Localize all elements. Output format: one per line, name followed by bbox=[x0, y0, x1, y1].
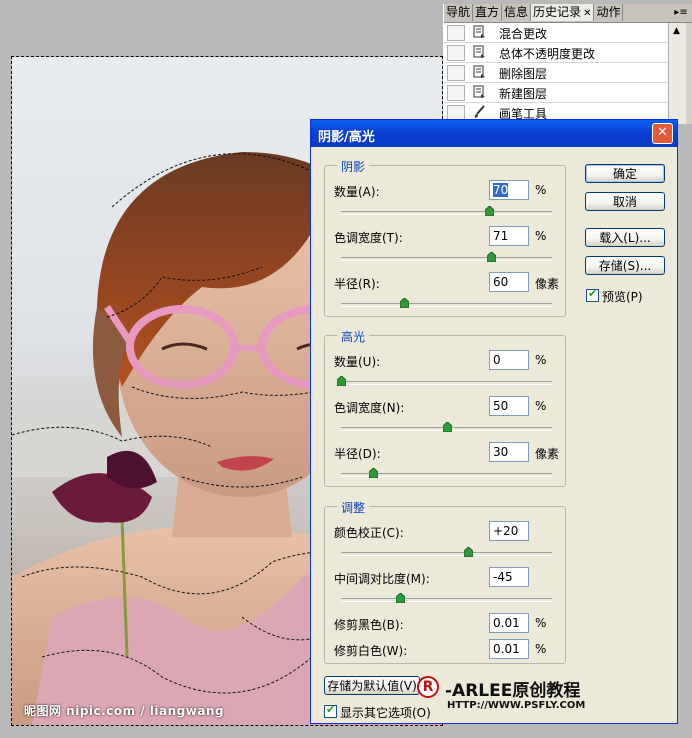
tab-history[interactable]: 历史记录 ✕ bbox=[531, 4, 595, 21]
snapshot-checkbox[interactable] bbox=[447, 85, 465, 101]
highlight-amount-track bbox=[341, 381, 552, 385]
history-list: 混合更改 总体不透明度更改 删除图层 新建图层 画笔工具 bbox=[444, 23, 668, 124]
load-button[interactable]: 载入(L)... bbox=[585, 228, 665, 247]
highlight-tonal-label: 色调宽度(N): bbox=[334, 401, 405, 415]
history-item[interactable]: 新建图层 bbox=[444, 83, 668, 103]
history-state-icon bbox=[473, 85, 485, 98]
scroll-up-icon[interactable]: ▲ bbox=[673, 26, 680, 36]
shadow-tonal-label: 色调宽度(T): bbox=[334, 231, 403, 245]
shadow-radius-slider[interactable] bbox=[400, 298, 410, 308]
shadow-amount-track bbox=[341, 211, 552, 215]
dialog-title: 阴影/高光 bbox=[318, 130, 375, 145]
highlights-group-title: 高光 bbox=[337, 328, 370, 345]
history-item-label: 新建图层 bbox=[499, 87, 548, 101]
highlight-amount-label: 数量(U): bbox=[334, 355, 381, 369]
tab-actions[interactable]: 动作 bbox=[594, 4, 624, 21]
history-state-icon bbox=[473, 65, 485, 78]
clip-white-input[interactable]: 0.01 bbox=[489, 639, 529, 659]
shadows-group-title: 阴影 bbox=[337, 158, 370, 175]
panel-menu-icon[interactable]: ▸≡ bbox=[673, 6, 689, 19]
shadow-radius-label: 半径(R): bbox=[334, 277, 380, 291]
history-item[interactable]: 总体不透明度更改 bbox=[444, 43, 668, 63]
checkmark-icon: ✔ bbox=[326, 703, 336, 716]
highlight-amount-unit: % bbox=[535, 353, 547, 367]
shadow-amount-slider[interactable] bbox=[484, 206, 494, 216]
preview-label[interactable]: 预览(P) bbox=[602, 288, 643, 305]
shadow-radius-track bbox=[341, 303, 552, 307]
tab-histogram[interactable]: 直方 bbox=[473, 4, 503, 21]
highlight-tonal-input[interactable]: 50 bbox=[489, 396, 529, 416]
highlight-amount-input[interactable]: 0 bbox=[489, 350, 529, 370]
save-as-default-button[interactable]: 存储为默认值(V) bbox=[324, 676, 420, 695]
color-correction-input[interactable]: +20 bbox=[489, 521, 529, 541]
history-state-icon bbox=[473, 45, 485, 58]
dialog-titlebar[interactable]: 阴影/高光 ✕ bbox=[311, 120, 677, 147]
history-item-label: 混合更改 bbox=[499, 27, 548, 41]
midtone-contrast-slider[interactable] bbox=[396, 593, 406, 603]
highlight-amount-slider[interactable] bbox=[337, 376, 346, 386]
watermark-text: 昵图网 nipic.com / liangwang bbox=[24, 704, 225, 718]
preview-checkbox[interactable]: ✔ bbox=[586, 287, 599, 302]
clip-black-input[interactable]: 0.01 bbox=[489, 613, 529, 633]
history-item-label: 总体不透明度更改 bbox=[499, 47, 596, 61]
highlight-radius-input[interactable]: 30 bbox=[489, 442, 529, 462]
snapshot-checkbox[interactable] bbox=[447, 25, 465, 41]
history-item[interactable]: 删除图层 bbox=[444, 63, 668, 83]
close-tab-icon[interactable]: ✕ bbox=[583, 8, 591, 19]
highlight-tonal-slider[interactable] bbox=[442, 422, 452, 432]
brand-url: HTTP://WWW.PSFLY.COM bbox=[447, 700, 586, 711]
close-icon[interactable]: ✕ bbox=[652, 123, 673, 144]
tab-navigator[interactable]: 导航 bbox=[444, 4, 474, 21]
highlight-radius-label: 半径(D): bbox=[334, 447, 381, 461]
snapshot-checkbox[interactable] bbox=[447, 45, 465, 61]
shadow-amount-input[interactable]: 70 bbox=[489, 180, 529, 200]
highlight-radius-slider[interactable] bbox=[368, 468, 378, 478]
history-item-label: 删除图层 bbox=[499, 67, 548, 81]
history-panel: 导航 直方 信息 历史记录 ✕ 动作 ▸≡ 混合更改 总体不透明度更改 删除图层 … bbox=[443, 4, 692, 124]
highlight-radius-unit: 像素 bbox=[535, 447, 560, 461]
shadow-tonal-unit: % bbox=[535, 229, 547, 243]
highlight-tonal-unit: % bbox=[535, 399, 547, 413]
show-more-options-label[interactable]: 显示其它选项(O) bbox=[340, 704, 431, 721]
color-correction-label: 颜色校正(C): bbox=[334, 526, 404, 540]
shadow-amount-label: 数量(A): bbox=[334, 185, 380, 199]
shadow-tonal-slider[interactable] bbox=[486, 252, 496, 262]
save-button[interactable]: 存储(S)... bbox=[585, 256, 665, 275]
history-scrollbar[interactable]: ▲ bbox=[668, 23, 686, 124]
shadow-tonal-input[interactable]: 71 bbox=[489, 226, 529, 246]
cancel-button[interactable]: 取消 bbox=[585, 192, 665, 211]
brush-icon bbox=[474, 105, 485, 118]
clip-white-unit: % bbox=[535, 642, 547, 656]
adjustments-group: 调整 颜色校正(C): +20 中间调对比度(M): -45 修剪黑色(B): … bbox=[324, 499, 566, 664]
ok-button[interactable]: 确定 bbox=[585, 164, 665, 183]
brand-name: -ARLEE原创教程 bbox=[445, 681, 581, 701]
tab-info[interactable]: 信息 bbox=[502, 4, 532, 21]
midtone-contrast-label: 中间调对比度(M): bbox=[334, 572, 430, 586]
shadows-group: 阴影 数量(A): 70 % 色调宽度(T): 71 % 半径(R): 60 像… bbox=[324, 158, 566, 317]
brand-logo-icon: R bbox=[417, 676, 439, 698]
checkmark-icon: ✔ bbox=[588, 287, 598, 300]
midtone-contrast-input[interactable]: -45 bbox=[489, 567, 529, 587]
highlights-group: 高光 数量(U): 0 % 色调宽度(N): 50 % 半径(D): 30 像素 bbox=[324, 328, 566, 487]
shadow-radius-input[interactable]: 60 bbox=[489, 272, 529, 292]
history-state-icon bbox=[473, 25, 485, 38]
shadow-radius-unit: 像素 bbox=[535, 277, 560, 291]
shadow-tonal-track bbox=[341, 257, 552, 261]
clip-black-label: 修剪黑色(B): bbox=[334, 618, 404, 632]
color-correction-slider[interactable] bbox=[463, 547, 473, 557]
clip-white-label: 修剪白色(W): bbox=[334, 644, 408, 658]
midtone-contrast-track bbox=[341, 598, 552, 602]
shadow-amount-unit: % bbox=[535, 183, 547, 197]
show-more-options-checkbox[interactable]: ✔ bbox=[324, 703, 337, 718]
color-correction-track bbox=[341, 552, 552, 556]
clip-black-unit: % bbox=[535, 616, 547, 630]
adjustments-group-title: 调整 bbox=[337, 499, 370, 516]
snapshot-checkbox[interactable] bbox=[447, 65, 465, 81]
history-item[interactable]: 混合更改 bbox=[444, 23, 668, 43]
panel-tab-strip: 导航 直方 信息 历史记录 ✕ 动作 bbox=[444, 4, 692, 23]
shadow-highlight-dialog: 阴影/高光 ✕ 阴影 数量(A): 70 % 色调宽度(T): 71 % 半径(… bbox=[310, 119, 678, 724]
